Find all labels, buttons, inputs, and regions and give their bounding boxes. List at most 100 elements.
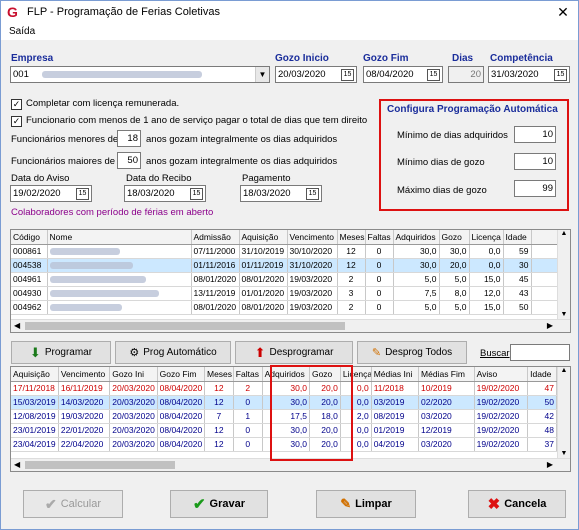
limpar-button[interactable]: ✎ Limpar (316, 490, 416, 518)
column-header[interactable]: Médias Fim (418, 367, 475, 382)
competencia-field[interactable]: 31/03/2020 15 (488, 66, 570, 83)
max-gozo-input[interactable]: 99 (514, 180, 556, 197)
pagamento-field[interactable]: 18/03/2020 15 (240, 185, 322, 202)
column-header[interactable]: Aviso (474, 367, 529, 382)
column-header-extra (531, 230, 560, 245)
table-cell: 43 (503, 286, 532, 301)
table-cell: 30,0 (393, 258, 440, 273)
table-cell: 15,0 (469, 272, 504, 287)
table-row[interactable]: 004962 08/01/2020 08/01/2020 19/03/2020 2 0 5,… (11, 300, 560, 315)
table-cell (531, 300, 560, 315)
table-row[interactable]: 004538 01/11/2016 01/11/2019 31/10/2020 12 0 3… (11, 258, 560, 273)
colaboradores-grid: Código Nome Admissão Aquisição Vencimento Mes… (10, 229, 571, 333)
table-cell: 01/11/2016 (191, 258, 240, 273)
column-header[interactable]: Vencimento (58, 367, 111, 382)
column-header[interactable]: Aquisição (239, 230, 288, 245)
column-header[interactable]: Adquiridos (393, 230, 440, 245)
table-cell: 5,0 (439, 300, 470, 315)
table-cell: 7 (204, 409, 234, 424)
table-cell: 31/10/2020 (287, 258, 338, 273)
column-header[interactable]: Meses (204, 367, 234, 382)
table-cell: 0 (233, 437, 263, 452)
calendar-icon[interactable]: 15 (341, 69, 354, 81)
vertical-scrollbar[interactable]: ▲ ▼ (557, 367, 570, 459)
buscar-input[interactable] (510, 344, 570, 361)
column-header[interactable]: Código (11, 230, 48, 245)
table-cell: 1 (233, 409, 263, 424)
eraser-icon: ✎ (371, 347, 382, 359)
close-icon[interactable]: ✕ (553, 3, 573, 21)
recibo-field[interactable]: 18/03/2020 15 (124, 185, 206, 202)
column-header[interactable]: Licença (469, 230, 504, 245)
column-header[interactable]: Vencimento (287, 230, 338, 245)
table-cell: 12/08/2019 (11, 409, 59, 424)
desprogramar-button[interactable]: ⬆ Desprogramar (235, 341, 353, 364)
table-row[interactable]: 000861 07/11/2000 31/10/2019 30/10/2020 12 0 3… (11, 244, 560, 259)
vertical-scrollbar[interactable]: ▲ ▼ (557, 230, 570, 320)
calcular-button[interactable]: ✔ Calcular (23, 490, 123, 518)
table-cell: 004538 (11, 258, 48, 273)
desprog-todos-button[interactable]: ✎ Desprog Todos (357, 341, 467, 364)
table-cell: 01/01/2020 (239, 286, 288, 301)
calendar-icon[interactable]: 15 (427, 69, 440, 81)
table-row[interactable]: 004930 13/11/2019 01/01/2020 19/03/2020 3 0 7,… (11, 286, 560, 301)
check-icon: ✔ (44, 495, 57, 512)
table-cell: 01/2019 (371, 423, 420, 438)
table-cell: 30 (503, 258, 532, 273)
column-header[interactable]: Meses (337, 230, 366, 245)
table-cell: 12 (204, 423, 234, 438)
gozo-inicio-field[interactable]: 20/03/2020 15 (275, 66, 357, 83)
blurred-name (49, 248, 120, 256)
blurred-name (49, 262, 133, 270)
funcionario-checkbox[interactable]: ✓ (11, 116, 22, 127)
column-header[interactable]: Idade (503, 230, 532, 245)
gravar-button[interactable]: ✔ Gravar (170, 490, 268, 518)
gozo-fim-field[interactable]: 08/04/2020 15 (363, 66, 443, 83)
completar-checkbox[interactable]: ✓ (11, 99, 22, 110)
table-cell: 59 (503, 244, 532, 259)
calendar-icon[interactable]: 15 (554, 69, 567, 81)
cancela-button[interactable]: ✖ Cancela (468, 490, 566, 518)
gozo-inicio-value: 20/03/2020 (278, 69, 326, 80)
table-cell (47, 244, 192, 259)
min-adquiridos-input[interactable]: 10 (514, 126, 556, 143)
calendar-icon[interactable]: 15 (306, 188, 319, 200)
column-header[interactable]: Gozo (439, 230, 470, 245)
table-cell: 11/2018 (371, 381, 420, 396)
table-cell (47, 300, 192, 315)
empresa-code: 001 (13, 69, 29, 80)
column-header[interactable]: Médias Ini (371, 367, 420, 382)
column-header[interactable]: Gozo Ini (109, 367, 158, 382)
table-cell: 0,0 (469, 258, 504, 273)
maiores-input[interactable]: 50 (117, 152, 141, 169)
table-cell: 20,0 (439, 258, 470, 273)
horizontal-scrollbar[interactable]: ◀ ▶ (11, 319, 570, 332)
column-header[interactable]: Faltas (365, 230, 394, 245)
table-cell: 0 (365, 244, 394, 259)
aviso-field[interactable]: 19/02/2020 15 (10, 185, 92, 202)
recibo-value: 18/03/2020 (127, 188, 175, 199)
programar-button[interactable]: ⬇ Programar (11, 341, 111, 364)
table-row[interactable]: 004961 08/01/2020 08/01/2020 19/03/2020 2 0 5,… (11, 272, 560, 287)
table-cell: 04/2019 (371, 437, 420, 452)
column-header[interactable]: Nome (47, 230, 192, 245)
config-title: Configura Programação Automática (387, 104, 558, 115)
column-header[interactable]: Idade (527, 367, 557, 382)
column-header[interactable]: Gozo Fim (157, 367, 205, 382)
menores-input[interactable]: 18 (117, 130, 141, 147)
min-gozo-input[interactable]: 10 (514, 153, 556, 170)
prog-automatico-button[interactable]: ⚙ Prog Automático (115, 341, 231, 364)
column-header[interactable]: Admissão (191, 230, 240, 245)
column-header[interactable]: Aquisição (11, 367, 59, 382)
empresa-select[interactable]: 001 ▼ (10, 66, 270, 83)
table-cell: 19/03/2020 (287, 300, 338, 315)
menu-item-saida[interactable]: Saída (9, 26, 35, 37)
menu-bar: Saída (1, 23, 578, 40)
calendar-icon[interactable]: 15 (190, 188, 203, 200)
chevron-down-icon[interactable]: ▼ (255, 67, 269, 82)
calendar-icon[interactable]: 15 (76, 188, 89, 200)
table-cell: 14/03/2020 (58, 395, 111, 410)
table-cell: 12 (204, 437, 234, 452)
table-cell: 01/11/2019 (239, 258, 288, 273)
column-header[interactable]: Faltas (233, 367, 263, 382)
